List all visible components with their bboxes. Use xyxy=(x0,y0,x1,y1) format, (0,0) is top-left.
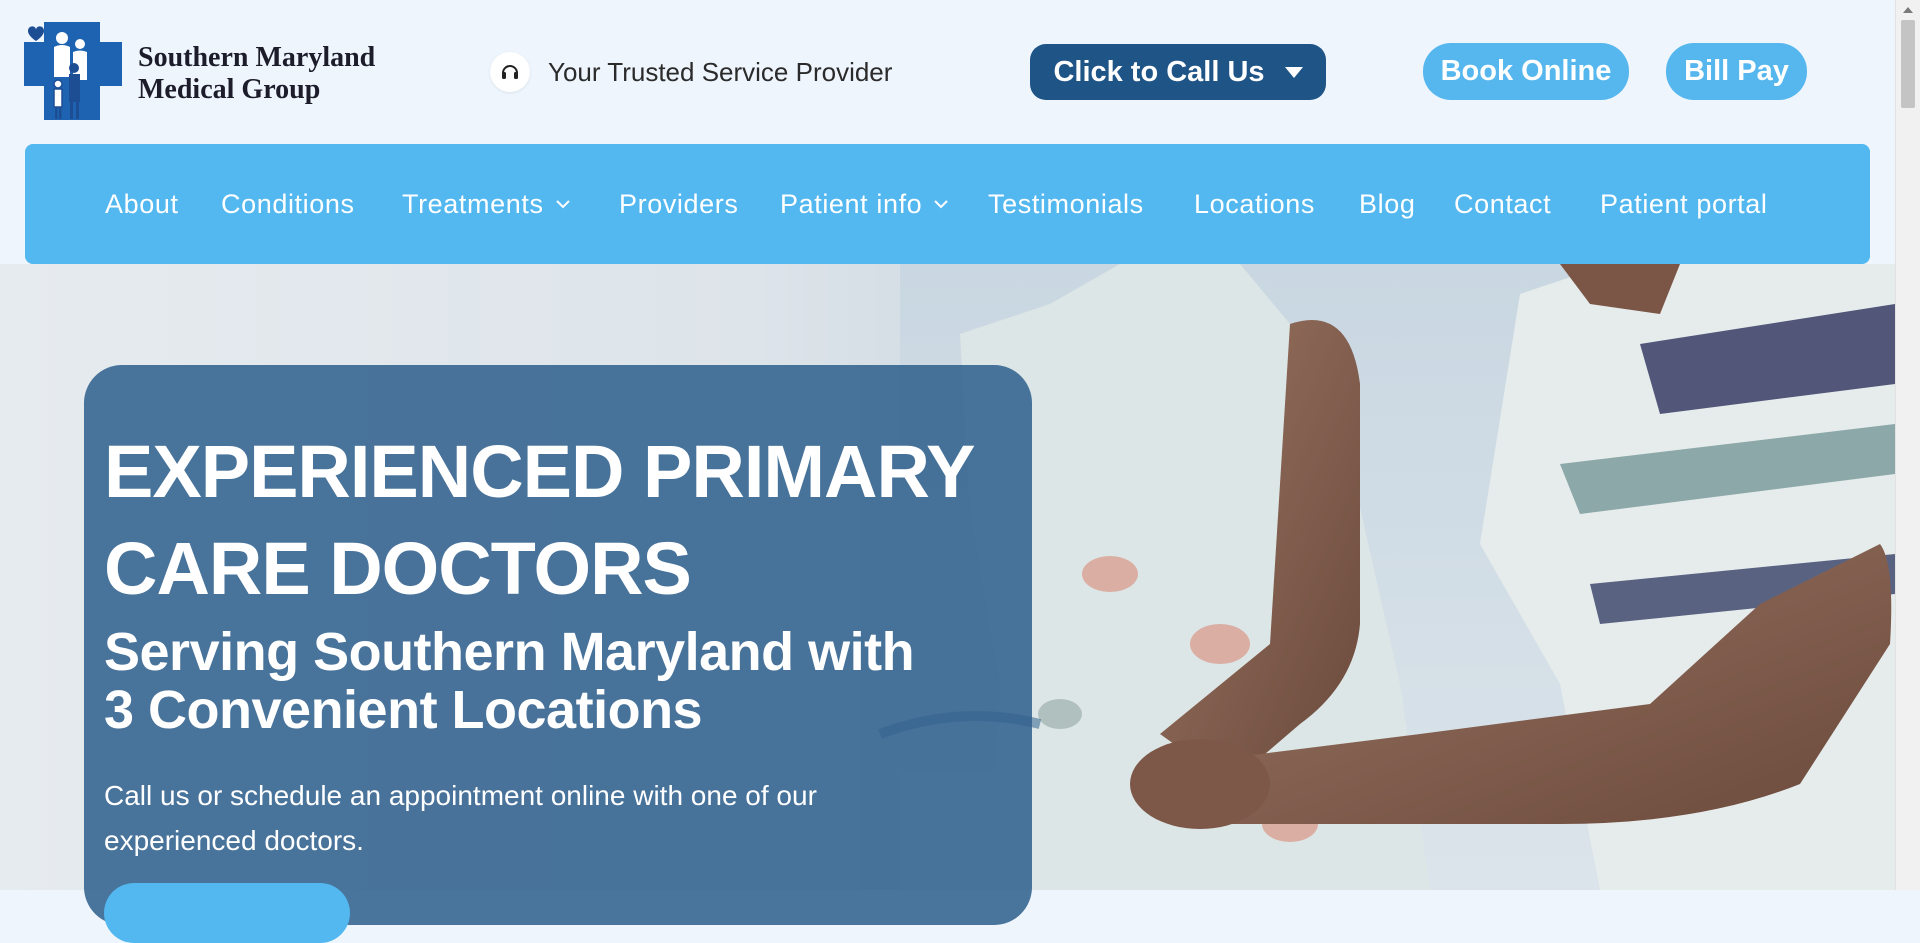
site-logo[interactable]: Southern Maryland Medical Group xyxy=(24,22,384,124)
nav-item-label: About xyxy=(105,188,179,219)
hero-subtitle: Serving Southern Maryland with 3 Conveni… xyxy=(104,623,1004,739)
hero-subtitle-line-2: 3 Convenient Locations xyxy=(104,680,703,740)
nav-item-label: Conditions xyxy=(221,188,355,219)
nav-item-label: Testimonials xyxy=(988,188,1144,219)
hero-title-line-2: CARE DOCTORS xyxy=(104,527,692,610)
tagline-text: Your Trusted Service Provider xyxy=(548,56,893,87)
logo-wordmark: Southern Maryland Medical Group xyxy=(138,42,375,106)
nav-item-conditions[interactable]: Conditions xyxy=(221,144,355,264)
nav-item-label: Providers xyxy=(619,188,739,219)
nav-item-label: Patient portal xyxy=(1600,188,1768,219)
logo-line-2: Medical Group xyxy=(138,74,321,105)
scrollbar-thumb[interactable] xyxy=(1901,20,1915,108)
hero-body-line-2: experienced doctors. xyxy=(104,825,364,856)
nav-item-label: Locations xyxy=(1194,188,1315,219)
nav-item-label: Contact xyxy=(1454,188,1552,219)
page-scrollbar[interactable] xyxy=(1895,0,1920,890)
nav-item-contact[interactable]: Contact xyxy=(1454,144,1551,264)
chevron-down-icon xyxy=(934,199,949,209)
nav-item-about[interactable]: About xyxy=(105,144,179,264)
hero-title: EXPERIENCED PRIMARY CARE DOCTORS xyxy=(104,423,1004,617)
hero-body-line-1: Call us or schedule an appointment onlin… xyxy=(104,780,817,811)
site-header: Southern Maryland Medical Group Your Tru… xyxy=(0,0,1895,143)
caret-down-icon xyxy=(1284,66,1303,78)
hero-card: EXPERIENCED PRIMARY CARE DOCTORS Serving… xyxy=(84,365,1032,943)
hero-title-line-1: EXPERIENCED PRIMARY xyxy=(104,430,976,513)
hero-body: Call us or schedule an appointment onlin… xyxy=(104,773,984,863)
nav-item-providers[interactable]: Providers xyxy=(619,144,738,264)
tagline-group: Your Trusted Service Provider xyxy=(490,52,892,92)
nav-item-label: Treatments xyxy=(402,188,544,219)
nav-item-patient-info[interactable]: Patient info xyxy=(780,144,949,264)
nav-item-treatments[interactable]: Treatments xyxy=(402,144,570,264)
chevron-down-icon xyxy=(555,199,570,209)
hero-cta-button[interactable] xyxy=(104,883,350,943)
nav-item-blog[interactable]: Blog xyxy=(1359,144,1415,264)
main-nav: About Conditions Treatments Providers Pa… xyxy=(25,144,1870,264)
logo-mark-icon xyxy=(24,22,122,120)
nav-item-label: Patient info xyxy=(780,188,923,219)
nav-item-locations[interactable]: Locations xyxy=(1194,144,1315,264)
hero-subtitle-line-1: Serving Southern Maryland with xyxy=(104,622,915,682)
scroll-up-arrow-icon[interactable] xyxy=(1896,0,1920,20)
headset-icon xyxy=(490,52,530,92)
bill-pay-button[interactable]: Bill Pay xyxy=(1666,43,1807,100)
nav-item-label: Blog xyxy=(1359,188,1416,219)
nav-item-patient-portal[interactable]: Patient portal xyxy=(1600,144,1768,264)
book-online-button[interactable]: Book Online xyxy=(1423,43,1629,100)
click-to-call-label: Click to Call Us xyxy=(1053,55,1265,88)
logo-line-1: Southern Maryland xyxy=(138,42,376,73)
nav-item-testimonials[interactable]: Testimonials xyxy=(988,144,1144,264)
click-to-call-button[interactable]: Click to Call Us xyxy=(1030,44,1326,100)
